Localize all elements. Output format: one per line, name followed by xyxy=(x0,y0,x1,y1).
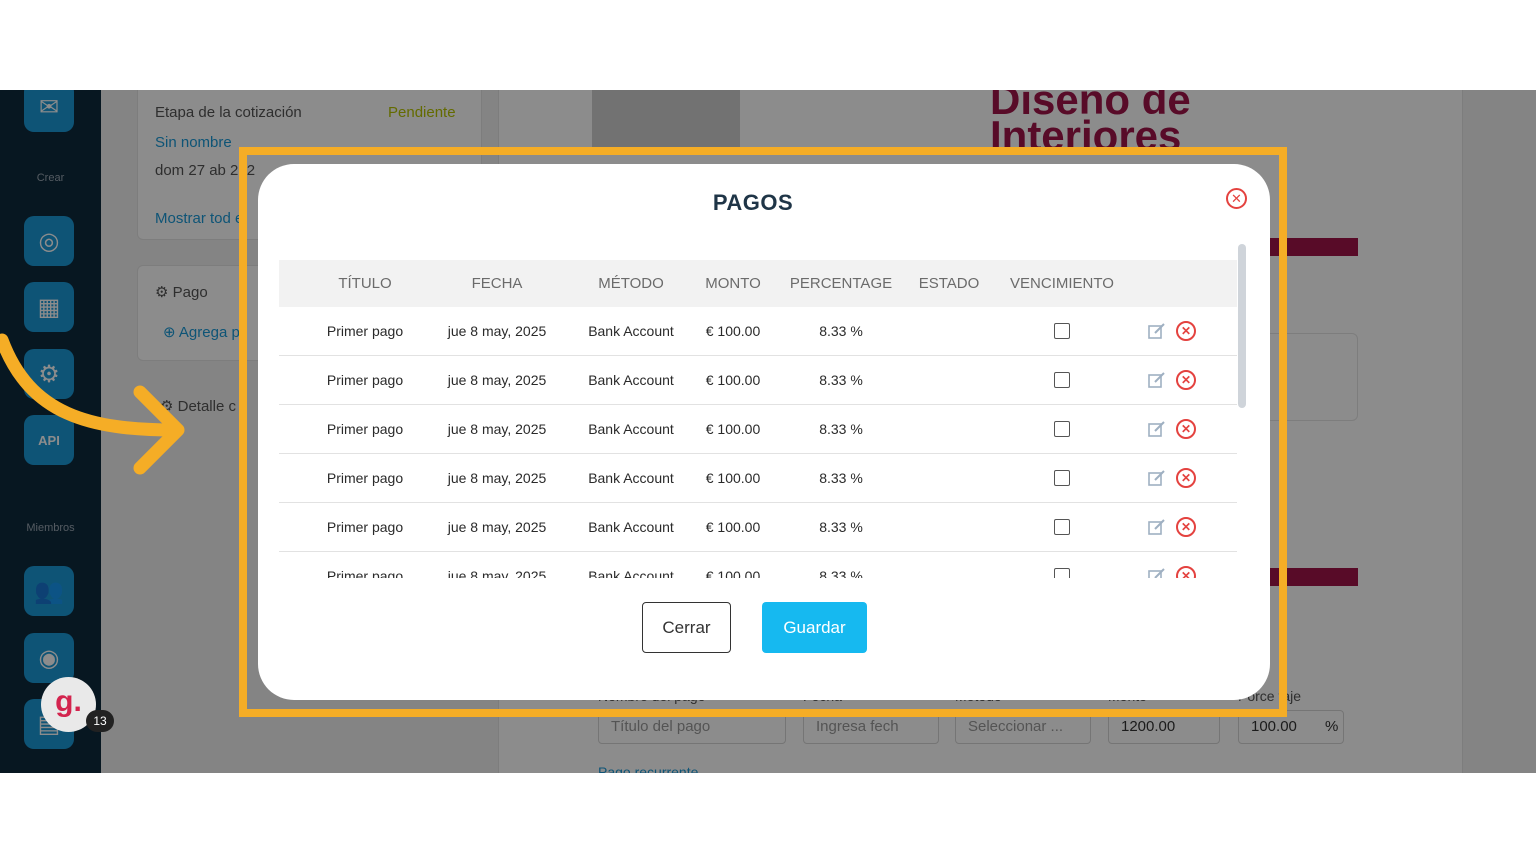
tutorial-arrow-icon xyxy=(0,333,185,475)
tutorial-highlight-frame xyxy=(239,147,1287,717)
notification-badge: 13 xyxy=(86,710,114,732)
app-frame: ✉ Crear ◎ ▦ ⚙ API Miembros 👥 ◉ ▤ Etapa d… xyxy=(0,90,1536,773)
